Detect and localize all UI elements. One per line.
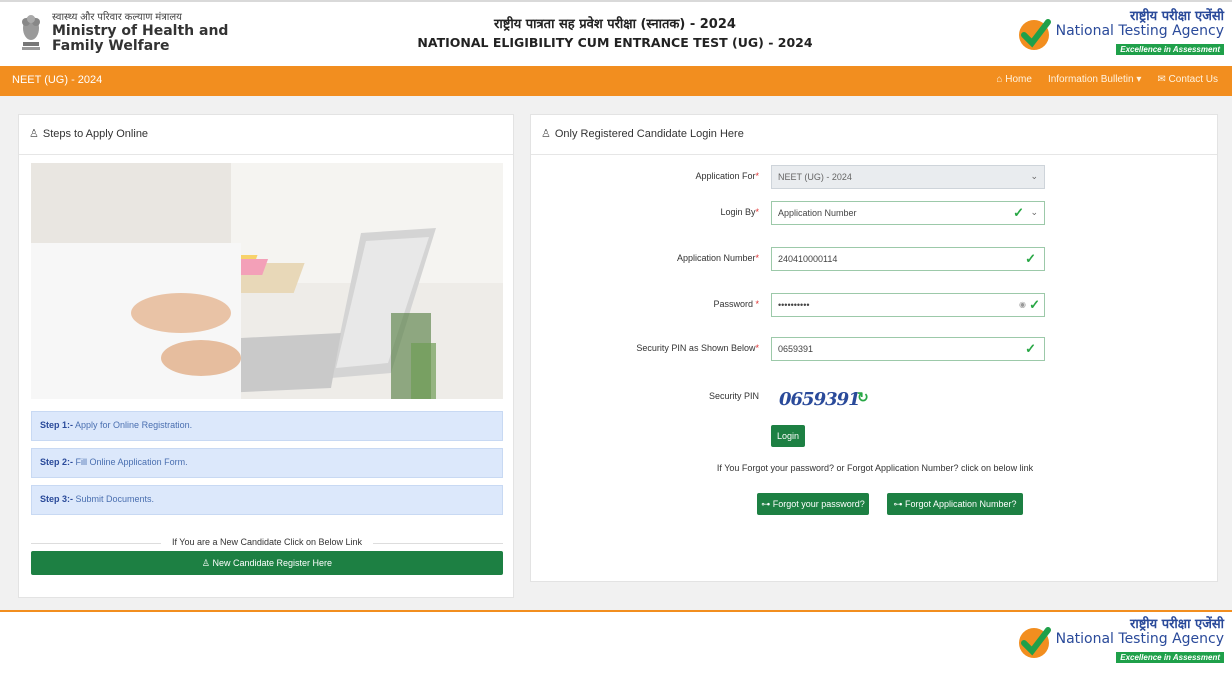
security-pin-input-label: Security PIN as Shown Below* [636, 343, 759, 353]
step-2-label: Step 2:- [40, 457, 74, 467]
nta-english-text: National Testing Agency [1055, 23, 1224, 39]
login-by-label: Login By* [720, 207, 759, 217]
contact-icon: ✉ [1157, 74, 1169, 85]
forgot-password-button[interactable]: ⊶ Forgot your password? [757, 493, 869, 515]
exam-title-hindi: राष्ट्रीय पात्रता सह प्रवेश परीक्षा (स्न… [494, 17, 736, 32]
password-row: Password * •••••••••• ◉ ✓ [531, 293, 1219, 317]
nta-tagline: Excellence in Assessment [1116, 44, 1224, 55]
nav-contact-us[interactable]: ✉ Contact Us [1157, 74, 1218, 85]
nta-check-icon [1018, 626, 1051, 658]
login-card-title: Only Registered Candidate Login Here [554, 128, 744, 140]
main-content: ♙ Steps to Apply Online Step 1:- Apply f… [0, 96, 1232, 610]
nav-home[interactable]: ⌂ Home [996, 74, 1032, 85]
chevron-down-icon: ▾ [1136, 74, 1142, 85]
chevron-down-icon: ⌄ [1030, 171, 1038, 181]
application-for-label: Application For* [695, 171, 759, 181]
user-icon: ♙ [29, 128, 39, 140]
security-pin-label: Security PIN [708, 391, 759, 401]
forgot-application-number-button[interactable]: ⊶ Forgot Application Number? [887, 493, 1023, 515]
laptop-illustration [31, 163, 503, 399]
login-card-header: ♙ Only Registered Candidate Login Here [531, 115, 1217, 155]
step-2: Step 2:- Fill Online Application Form. [31, 448, 503, 478]
footer-nta-english-text: National Testing Agency [1055, 631, 1224, 647]
step-1-label: Step 1:- [40, 420, 74, 430]
password-input[interactable]: •••••••••• ◉ ✓ [771, 293, 1045, 317]
steps-card: ♙ Steps to Apply Online Step 1:- Apply f… [18, 114, 514, 598]
step-3-label: Step 3:- [40, 494, 74, 504]
step-3-text: Submit Documents. [75, 494, 155, 504]
check-icon: ✓ [1025, 251, 1036, 266]
login-by-select[interactable]: Application Number ✓ ⌄ [771, 201, 1045, 225]
eye-icon[interactable]: ◉ [1019, 300, 1026, 309]
steps-card-header: ♙ Steps to Apply Online [19, 115, 513, 155]
captcha-image: 0659391 [779, 389, 861, 410]
application-number-input[interactable]: 240410000114 ✓ [771, 247, 1045, 271]
password-label: Password * [713, 299, 759, 309]
new-candidate-divider: If You are a New Candidate Click on Belo… [31, 537, 503, 547]
footer-nta-tagline: Excellence in Assessment [1116, 652, 1224, 663]
exam-title-english: NATIONAL ELIGIBILITY CUM ENTRANCE TEST (… [417, 35, 813, 50]
application-for-row: Application For* NEET (UG) - 2024 ⌄ [531, 165, 1219, 189]
application-number-row: Application Number* 240410000114 ✓ [531, 247, 1219, 271]
navbar-brand[interactable]: NEET (UG) - 2024 [12, 74, 102, 86]
steps-card-title: Steps to Apply Online [42, 128, 149, 140]
exam-title: राष्ट्रीय पात्रता सह प्रवेश परीक्षा (स्न… [380, 16, 850, 52]
footer-nta-logo[interactable]: राष्ट्रीय परीक्षा एजेंसी National Testin… [1016, 618, 1224, 665]
ministry-logo[interactable]: स्वास्थ्य और परिवार कल्याण मंत्रालय Mini… [18, 12, 228, 54]
key-icon: ⊶ [761, 499, 773, 509]
step-1-text: Apply for Online Registration. [75, 420, 193, 430]
home-icon: ⌂ [996, 74, 1006, 85]
forgot-info-text: If You Forgot your password? or Forgot A… [716, 463, 1034, 473]
check-icon: ✓ [1029, 297, 1040, 312]
user-plus-icon: ♙ [201, 558, 213, 568]
national-emblem-icon [22, 15, 40, 50]
chevron-down-icon: ⌄ [1030, 207, 1038, 217]
site-header: स्वास्थ्य और परिवार कल्याण मंत्रालय Mini… [0, 0, 1232, 66]
nta-check-icon [1018, 18, 1051, 50]
login-by-row: Login By* Application Number ✓ ⌄ [531, 201, 1219, 225]
security-pin-input-row: Security PIN as Shown Below* 0659391 ✓ [531, 337, 1219, 361]
nta-hindi-text: राष्ट्रीय परीक्षा एजेंसी [1130, 9, 1224, 24]
user-icon: ♙ [541, 128, 551, 140]
footer-nta-hindi-text: राष्ट्रीय परीक्षा एजेंसी [1130, 617, 1224, 632]
application-number-label: Application Number* [676, 253, 759, 263]
step-1: Step 1:- Apply for Online Registration. [31, 411, 503, 441]
new-candidate-register-button[interactable]: ♙ New Candidate Register Here [31, 551, 503, 575]
refresh-captcha-icon[interactable]: ↻ [857, 389, 869, 406]
application-for-select[interactable]: NEET (UG) - 2024 ⌄ [771, 165, 1045, 189]
check-icon: ✓ [1025, 341, 1036, 356]
step-3: Step 3:- Submit Documents. [31, 485, 503, 515]
login-card: ♙ Only Registered Candidate Login Here Ap… [530, 114, 1218, 582]
ministry-name-line2: Family Welfare [52, 38, 170, 54]
laptop-photo [31, 163, 503, 399]
top-navbar: NEET (UG) - 2024 ⌂ Home Information Bull… [0, 66, 1232, 96]
security-pin-row: Security PIN 0659391 ↻ [531, 385, 1219, 410]
step-2-text: Fill Online Application Form. [75, 457, 188, 467]
check-icon: ✓ [1013, 205, 1024, 220]
nav-information-bulletin[interactable]: Information Bulletin ▾ [1048, 74, 1141, 85]
nta-logo[interactable]: राष्ट्रीय परीक्षा एजेंसी National Testin… [1016, 10, 1224, 57]
key-icon: ⊶ [893, 499, 905, 509]
login-button[interactable]: Login [771, 425, 805, 447]
security-pin-input[interactable]: 0659391 ✓ [771, 337, 1045, 361]
ministry-name-line1: Ministry of Health and [52, 23, 229, 39]
new-candidate-text: If You are a New Candidate Click on Belo… [171, 537, 363, 547]
footer-divider [0, 610, 1232, 612]
